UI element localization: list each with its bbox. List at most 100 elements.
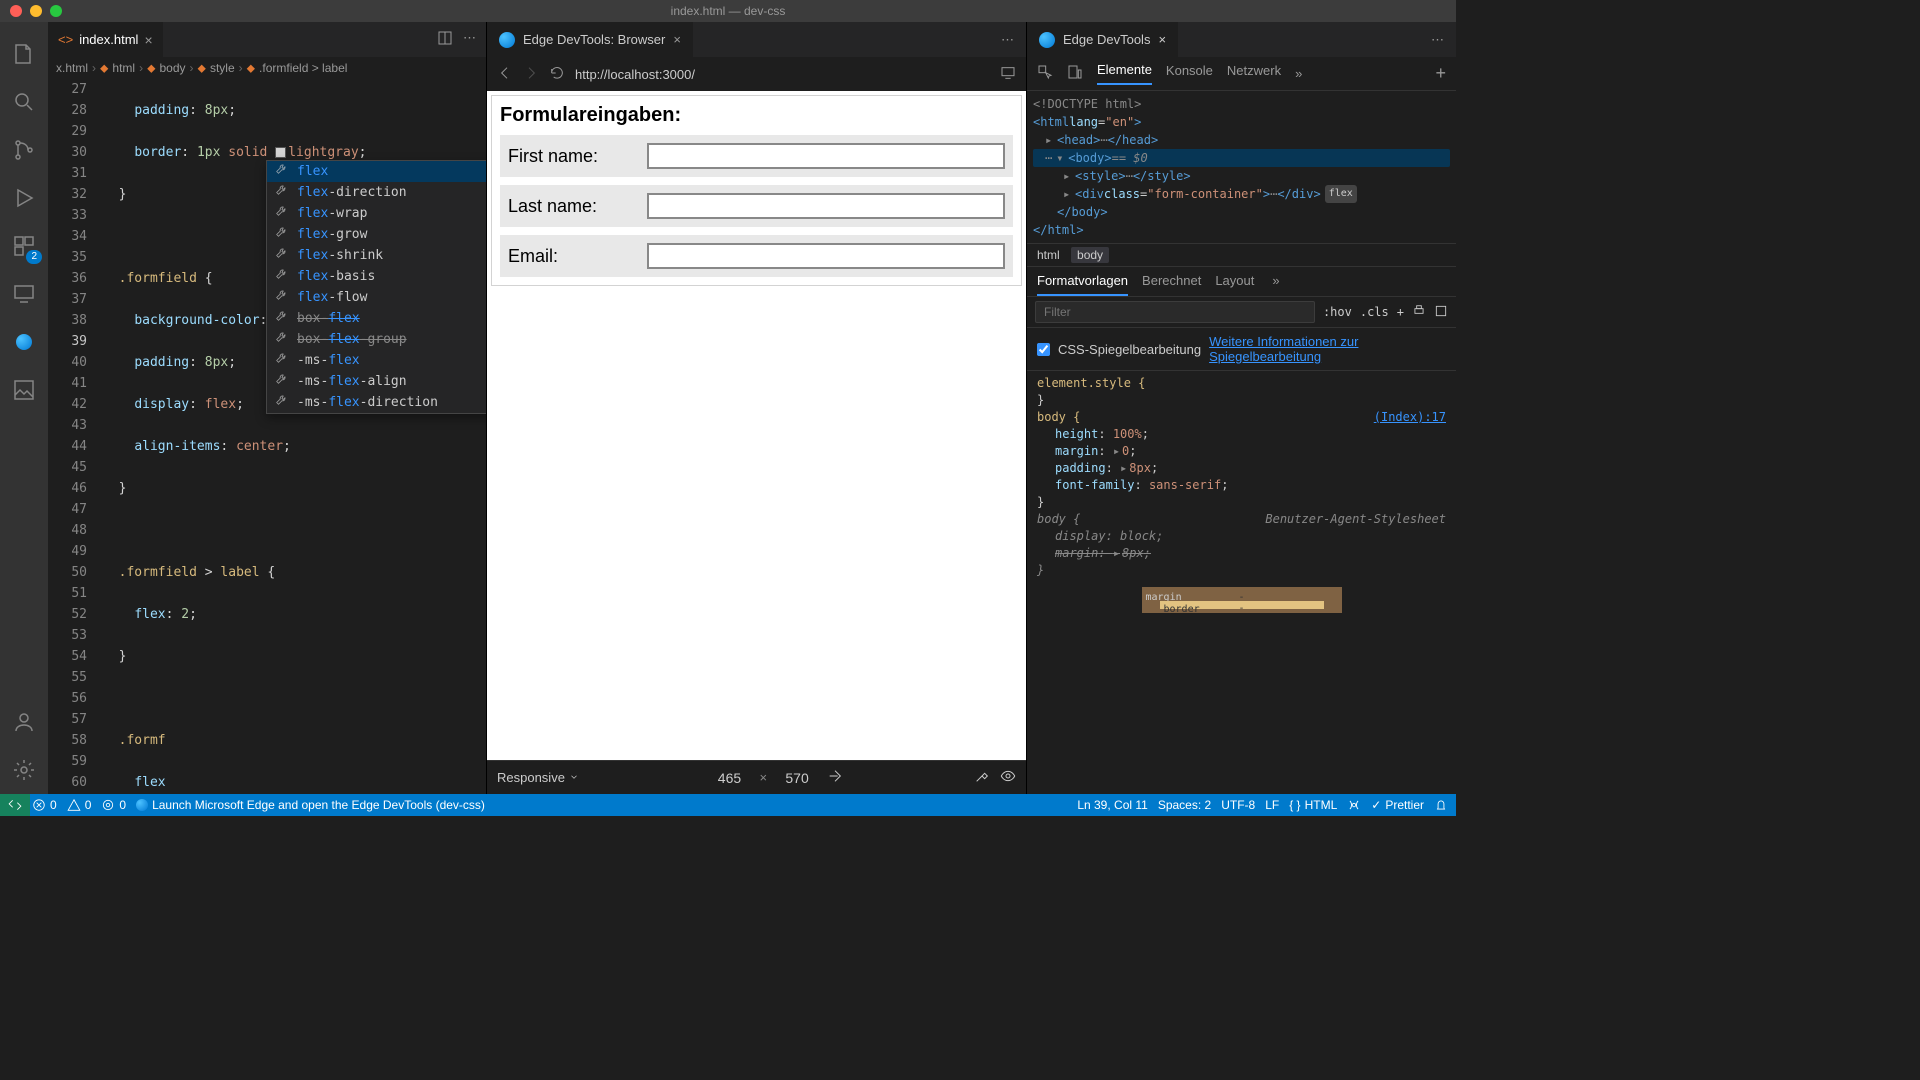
- rule-body[interactable]: body {: [1037, 410, 1080, 424]
- status-warnings[interactable]: 0: [67, 798, 92, 812]
- autocomplete-popup[interactable]: flexflex-directionflex-wrapflex-growflex…: [266, 160, 486, 414]
- contrast-icon[interactable]: [1434, 304, 1448, 321]
- screencast-icon[interactable]: [1000, 65, 1016, 84]
- search-icon[interactable]: [0, 78, 48, 126]
- status-lncol[interactable]: Ln 39, Col 11: [1077, 798, 1148, 812]
- explorer-icon[interactable]: [0, 30, 48, 78]
- image-icon[interactable]: [0, 366, 48, 414]
- edge-tools-icon[interactable]: [0, 318, 48, 366]
- reload-icon[interactable]: [549, 65, 565, 84]
- status-prettier[interactable]: ✓ Prettier: [1371, 798, 1424, 812]
- eyedropper-icon[interactable]: [974, 768, 990, 787]
- add-tab-icon[interactable]: +: [1435, 63, 1446, 84]
- url-bar[interactable]: http://localhost:3000/: [575, 67, 990, 82]
- dom-breadcrumb[interactable]: html body: [1027, 243, 1456, 267]
- styles-body[interactable]: element.style { } (Index):17 body { heig…: [1027, 371, 1456, 794]
- device-icon[interactable]: [1067, 64, 1083, 83]
- status-spaces[interactable]: Spaces: 2: [1158, 798, 1211, 812]
- rotate-icon[interactable]: [827, 768, 843, 787]
- code-editor[interactable]: 2728293031323334353637383940414243444546…: [48, 79, 486, 794]
- tab-formatvorlagen[interactable]: Formatvorlagen: [1037, 273, 1128, 296]
- inspect-icon[interactable]: [1037, 64, 1053, 83]
- remote-indicator[interactable]: [0, 794, 30, 816]
- devtools-tab[interactable]: Edge DevTools ×: [1027, 22, 1178, 57]
- autocomplete-item[interactable]: flex-direction: [267, 182, 486, 203]
- tab-elemente[interactable]: Elemente: [1097, 62, 1152, 85]
- rule-element-style[interactable]: element.style {: [1037, 376, 1145, 390]
- close-window-button[interactable]: [10, 5, 22, 17]
- run-debug-icon[interactable]: [0, 174, 48, 222]
- code-area[interactable]: padding: 8px; border: 1px solid lightgra…: [103, 79, 486, 794]
- autocomplete-item[interactable]: flex-flow: [267, 287, 486, 308]
- dom-body-selected[interactable]: ⋯▾<body> == $0: [1033, 149, 1450, 167]
- responsive-label[interactable]: Responsive: [497, 770, 579, 785]
- maximize-window-button[interactable]: [50, 5, 62, 17]
- source-control-icon[interactable]: [0, 126, 48, 174]
- activity-bar: 2: [0, 22, 48, 794]
- editor-tab-index-html[interactable]: <> index.html ×: [48, 22, 164, 57]
- close-tab-icon[interactable]: ×: [144, 32, 152, 48]
- hov-button[interactable]: :hov: [1323, 305, 1352, 319]
- autocomplete-item[interactable]: -ms-flex-direction: [267, 392, 486, 413]
- browser-tab[interactable]: Edge DevTools: Browser ×: [487, 22, 693, 57]
- devtools-more-icon[interactable]: ⋯: [1431, 32, 1456, 48]
- dom-crumb-html[interactable]: html: [1037, 248, 1060, 262]
- status-bar: 0 0 0 Launch Microsoft Edge and open the…: [0, 794, 1456, 816]
- print-icon[interactable]: [1412, 304, 1426, 321]
- accounts-icon[interactable]: [0, 698, 48, 746]
- edge-icon: [1039, 32, 1055, 48]
- new-rule-icon[interactable]: +: [1397, 305, 1404, 319]
- viewport-height-input[interactable]: [777, 770, 817, 786]
- browser-more-icon[interactable]: ⋯: [1001, 32, 1026, 48]
- status-encoding[interactable]: UTF-8: [1221, 798, 1255, 812]
- status-lang[interactable]: { } HTML: [1289, 798, 1337, 812]
- formfield-email: Email:: [500, 235, 1013, 277]
- split-editor-icon[interactable]: [437, 30, 453, 49]
- css-mirror-link[interactable]: Weitere Informationen zur Spiegelbearbei…: [1209, 334, 1446, 364]
- flex-badge[interactable]: flex: [1325, 185, 1357, 203]
- tab-berechnet[interactable]: Berechnet: [1142, 273, 1201, 296]
- tab-label: index.html: [79, 32, 138, 47]
- close-devtools-tab-icon[interactable]: ×: [1158, 32, 1166, 47]
- autocomplete-item[interactable]: -ms-flex-align: [267, 371, 486, 392]
- autocomplete-item[interactable]: box-flex-group: [267, 329, 486, 350]
- forward-icon[interactable]: [523, 65, 539, 84]
- css-mirror-checkbox[interactable]: [1037, 343, 1050, 356]
- back-icon[interactable]: [497, 65, 513, 84]
- rule-source-link[interactable]: (Index):17: [1374, 409, 1446, 426]
- minimize-window-button[interactable]: [30, 5, 42, 17]
- input-first-name[interactable]: [647, 143, 1005, 169]
- input-last-name[interactable]: [647, 193, 1005, 219]
- tab-netzwerk[interactable]: Netzwerk: [1227, 63, 1281, 84]
- more-tabs-icon[interactable]: »: [1295, 66, 1302, 81]
- autocomplete-item[interactable]: flex-wrap: [267, 203, 486, 224]
- tab-layout[interactable]: Layout: [1215, 273, 1254, 296]
- status-go-live[interactable]: [1347, 798, 1361, 812]
- vision-icon[interactable]: [1000, 768, 1016, 787]
- autocomplete-item[interactable]: box-flex: [267, 308, 486, 329]
- dom-tree[interactable]: <!DOCTYPE html> <html lang="en"> ▸<head>…: [1027, 91, 1456, 243]
- viewport-width-input[interactable]: [709, 770, 749, 786]
- status-errors[interactable]: 0: [32, 798, 57, 812]
- autocomplete-item[interactable]: flex-grow: [267, 224, 486, 245]
- settings-gear-icon[interactable]: [0, 746, 48, 794]
- remote-explorer-icon[interactable]: [0, 270, 48, 318]
- status-bell-icon[interactable]: [1434, 798, 1448, 812]
- extensions-icon[interactable]: 2: [0, 222, 48, 270]
- more-styles-tabs-icon[interactable]: »: [1272, 273, 1279, 296]
- status-eol[interactable]: LF: [1265, 798, 1279, 812]
- cls-button[interactable]: .cls: [1360, 305, 1389, 319]
- breadcrumb[interactable]: x.html› ⬥html› ⬥body› ⬥style› ⬥.formfiel…: [48, 57, 486, 79]
- tab-konsole[interactable]: Konsole: [1166, 63, 1213, 84]
- autocomplete-item[interactable]: flex-shrink: [267, 245, 486, 266]
- autocomplete-item[interactable]: -ms-flex: [267, 350, 486, 371]
- autocomplete-item[interactable]: flex: [267, 161, 486, 182]
- status-ports[interactable]: 0: [101, 798, 126, 812]
- close-browser-tab-icon[interactable]: ×: [673, 32, 681, 47]
- styles-filter-input[interactable]: [1035, 301, 1315, 323]
- autocomplete-item[interactable]: flex-basis: [267, 266, 486, 287]
- status-launch-edge[interactable]: Launch Microsoft Edge and open the Edge …: [136, 798, 485, 812]
- dom-crumb-body[interactable]: body: [1071, 247, 1109, 263]
- more-actions-icon[interactable]: ⋯: [463, 30, 476, 49]
- input-email[interactable]: [647, 243, 1005, 269]
